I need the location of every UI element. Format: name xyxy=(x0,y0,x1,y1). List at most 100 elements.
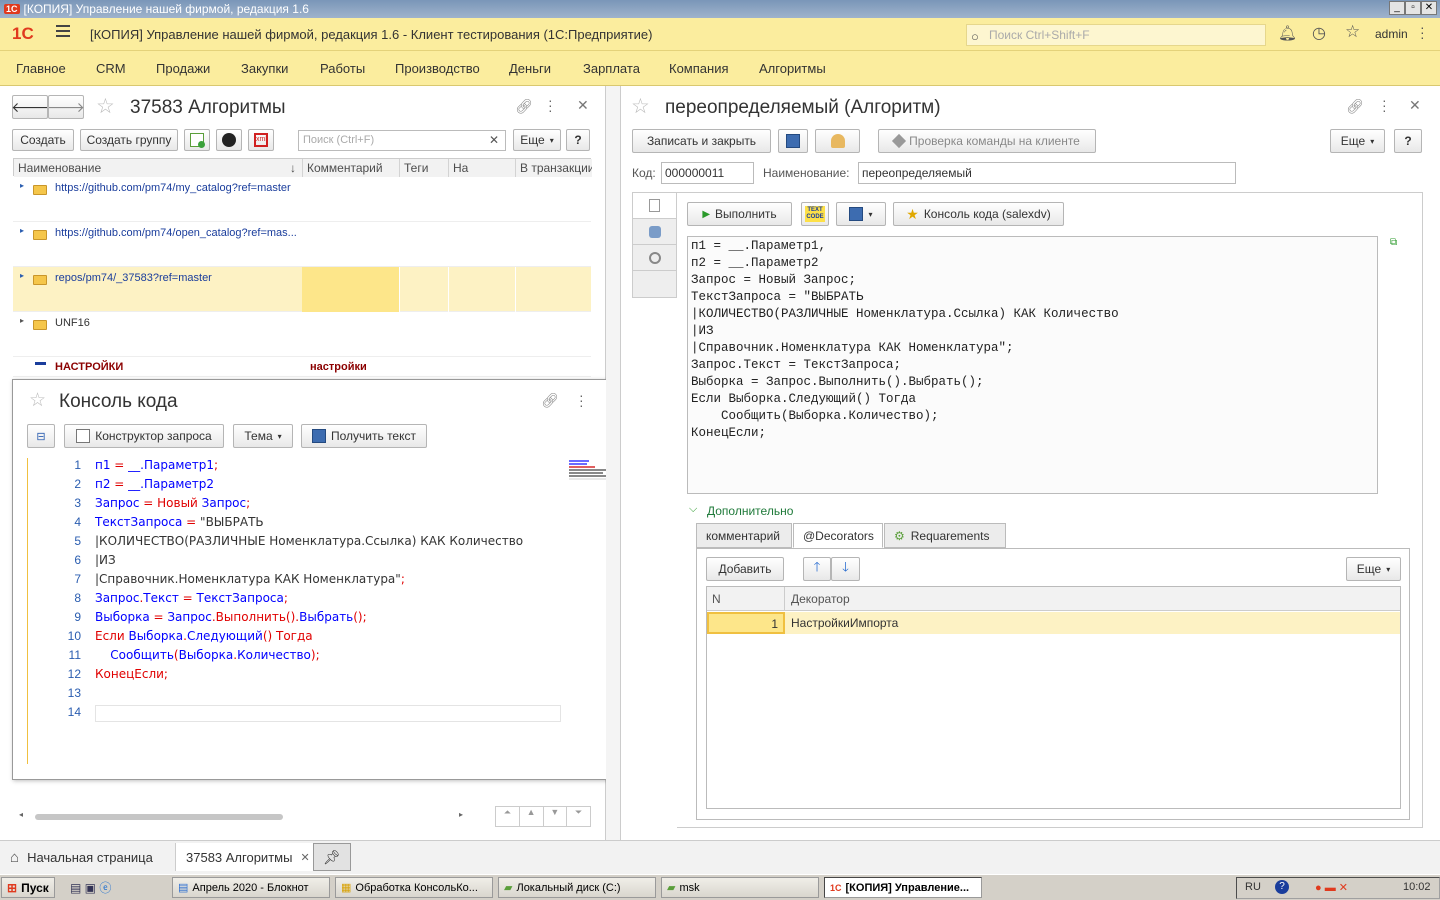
code-line[interactable]: п1 = __.Параметр1; xyxy=(95,458,218,472)
extra-group-title[interactable]: Дополнительно xyxy=(707,504,793,518)
horizontal-scrollbar[interactable]: ◂ ▸ xyxy=(13,806,473,826)
save-and-close-button[interactable]: Записать и закрыть xyxy=(632,129,771,153)
link-icon[interactable]: 🔗︎ xyxy=(515,98,533,115)
page-code-icon[interactable] xyxy=(633,193,676,219)
taskbar-msk[interactable]: ▰ msk xyxy=(661,877,819,898)
more-button[interactable]: Еще ▾ xyxy=(1330,129,1385,153)
global-search-input[interactable]: ○ Поиск Ctrl+Shift+F xyxy=(966,24,1266,46)
taskbar-disk[interactable]: ▰ Локальный диск (C:) xyxy=(498,877,656,898)
pin-icon[interactable]: 📌︎ xyxy=(313,843,351,871)
taskbar-notepad[interactable]: ▤ Апрель 2020 - Блокнот xyxy=(172,877,330,898)
user-name[interactable]: admin xyxy=(1375,27,1408,41)
xml-icon[interactable]: xml xyxy=(248,129,274,151)
column-comment[interactable]: Комментарий xyxy=(303,159,400,177)
column-n[interactable]: N xyxy=(707,587,785,611)
section-purchases[interactable]: Закупки xyxy=(241,61,288,76)
save-icon[interactable] xyxy=(778,129,808,153)
page-settings-icon[interactable] xyxy=(633,245,676,271)
link-icon[interactable]: 🔗︎ xyxy=(1346,98,1364,115)
help-button[interactable]: ? xyxy=(566,129,590,151)
tab-algorithms[interactable]: 37583 Алгоритмы ✕ xyxy=(176,843,320,871)
taskbar-1c[interactable]: 1С [КОПИЯ] Управление... xyxy=(824,877,982,898)
run-button[interactable]: ▶ Выполнить xyxy=(687,202,792,226)
expand-icon[interactable]: ▸ xyxy=(20,226,24,235)
column-tags[interactable]: Теги xyxy=(400,159,449,177)
tray-icons[interactable]: ● ▬ ✕ xyxy=(1315,881,1348,894)
page-db-icon[interactable] xyxy=(633,219,676,245)
section-production[interactable]: Производство xyxy=(395,61,480,76)
quicklaunch-icons[interactable]: ▤ ▣ ⓔ xyxy=(70,879,111,896)
tab-decorators[interactable]: @Decorators xyxy=(793,523,883,548)
create-group-button[interactable]: Создать группу xyxy=(80,129,178,151)
list-row[interactable]: ▸ UNF16 xyxy=(13,312,591,357)
code-line[interactable]: Сообщить(Выборка.Количество); xyxy=(95,648,319,662)
column-on-client[interactable]: На клиенте xyxy=(449,159,516,193)
section-algorithms[interactable]: Алгоритмы xyxy=(759,61,826,76)
code-line[interactable]: Запрос.Текст = ТекстЗапроса; xyxy=(95,591,288,605)
move-down-icon[interactable]: 🡓 xyxy=(831,557,860,581)
section-salary[interactable]: Зарплата xyxy=(583,61,640,76)
back-button[interactable]: 🡐 xyxy=(11,95,49,119)
section-company[interactable]: Компания xyxy=(669,61,729,76)
move-up-icon[interactable]: 🡑 xyxy=(803,557,831,581)
favorites-star-icon[interactable]: ☆ xyxy=(1345,22,1360,42)
section-crm[interactable]: CRM xyxy=(96,61,126,76)
scroll-down-icon[interactable]: ▼ xyxy=(544,807,568,826)
forward-button[interactable]: 🡒 xyxy=(47,95,85,119)
code-line[interactable]: Запрос = Новый Запрос; xyxy=(95,496,250,510)
save-dropdown[interactable]: ▾ xyxy=(836,202,886,226)
code-line[interactable]: КонецЕсли; xyxy=(95,667,168,681)
maximize-button[interactable]: ▫ xyxy=(1405,1,1421,15)
text-code-icon[interactable]: TEXT CODE xyxy=(801,202,829,226)
section-main[interactable]: Главное xyxy=(16,61,66,76)
expand-icon[interactable]: ▸ xyxy=(20,181,24,190)
expand-icon[interactable]: ▸ xyxy=(20,271,24,280)
list-row[interactable]: ▸ https://github.com/pm74/open_catalog?r… xyxy=(13,222,591,267)
github-icon[interactable] xyxy=(216,129,242,151)
menu-icon[interactable] xyxy=(56,25,70,37)
column-in-transaction[interactable]: В транзакции xyxy=(516,159,592,177)
check-command-button[interactable]: Проверка команды на клиенте xyxy=(878,129,1096,153)
code-line[interactable]: |КОЛИЧЕСТВО(РАЗЛИЧНЫЕ Номенклатура.Ссылк… xyxy=(95,534,523,548)
code-console-button[interactable]: ★ Консоль кода (salexdv) xyxy=(893,202,1064,226)
bell-icon[interactable]: 🔔︎ xyxy=(1278,24,1297,42)
code-line[interactable]: п2 = __.Параметр2 xyxy=(95,477,214,491)
start-button[interactable]: ⊞ Пуск xyxy=(1,877,55,898)
more-actions-icon[interactable]: · · · xyxy=(1382,93,1387,117)
close-tab-icon[interactable]: ✕ xyxy=(300,851,309,864)
close-form-icon[interactable]: ✕ xyxy=(577,97,589,114)
code-line[interactable]: ТекстЗапроса = "ВЫБРАТЬ xyxy=(95,515,264,529)
help-button[interactable]: ? xyxy=(1394,129,1422,153)
tab-requirements[interactable]: ⚙ Requarements xyxy=(884,523,1006,548)
list-search-input[interactable]: Поиск (Ctrl+F) ✕ xyxy=(298,130,506,151)
section-works[interactable]: Работы xyxy=(320,61,365,76)
add-file-icon[interactable] xyxy=(184,129,210,151)
cell-n[interactable]: 1 xyxy=(707,612,785,634)
more-button[interactable]: Еще ▾ xyxy=(1346,557,1401,581)
name-field[interactable]: переопределяемый xyxy=(858,162,1236,184)
add-button[interactable]: Добавить xyxy=(706,557,784,581)
open-editor-icon[interactable]: ⧉ xyxy=(1390,237,1397,248)
scroll-top-icon[interactable]: ⏶ xyxy=(496,807,520,826)
close-window-button[interactable]: ✕ xyxy=(1421,1,1437,15)
clear-search-icon[interactable]: ✕ xyxy=(489,133,499,147)
user-settings-icon[interactable] xyxy=(815,129,860,153)
more-actions-icon[interactable]: · · · xyxy=(548,93,553,117)
code-line[interactable]: Выборка = Запрос.Выполнить().Выбрать(); xyxy=(95,610,367,624)
language-indicator[interactable]: RU xyxy=(1245,881,1261,893)
code-field[interactable]: 000000011 xyxy=(661,162,754,184)
column-name[interactable]: Наименование ↓ xyxy=(14,159,303,177)
favorite-star-icon[interactable]: ☆ xyxy=(631,94,650,119)
scroll-up-icon[interactable]: ▲ xyxy=(520,807,544,826)
collapse-chevron-icon[interactable]: ⌵ xyxy=(689,503,697,516)
forms-splitter[interactable] xyxy=(606,86,620,840)
section-money[interactable]: Деньги xyxy=(509,61,551,76)
list-row[interactable]: ▸ https://github.com/pm74/my_catalog?ref… xyxy=(13,177,591,222)
list-row-selected[interactable]: ▸ repos/pm74/_37583?ref=master xyxy=(13,267,591,312)
more-button[interactable]: Еще ▾ xyxy=(513,129,561,151)
help-tray-icon[interactable]: ? xyxy=(1275,880,1289,894)
column-decorator[interactable]: Декоратор xyxy=(785,587,1400,611)
create-button[interactable]: Создать xyxy=(12,129,74,151)
minimize-button[interactable]: _ xyxy=(1389,1,1405,15)
cell-decorator[interactable]: НастройкиИмпорта xyxy=(791,616,898,630)
